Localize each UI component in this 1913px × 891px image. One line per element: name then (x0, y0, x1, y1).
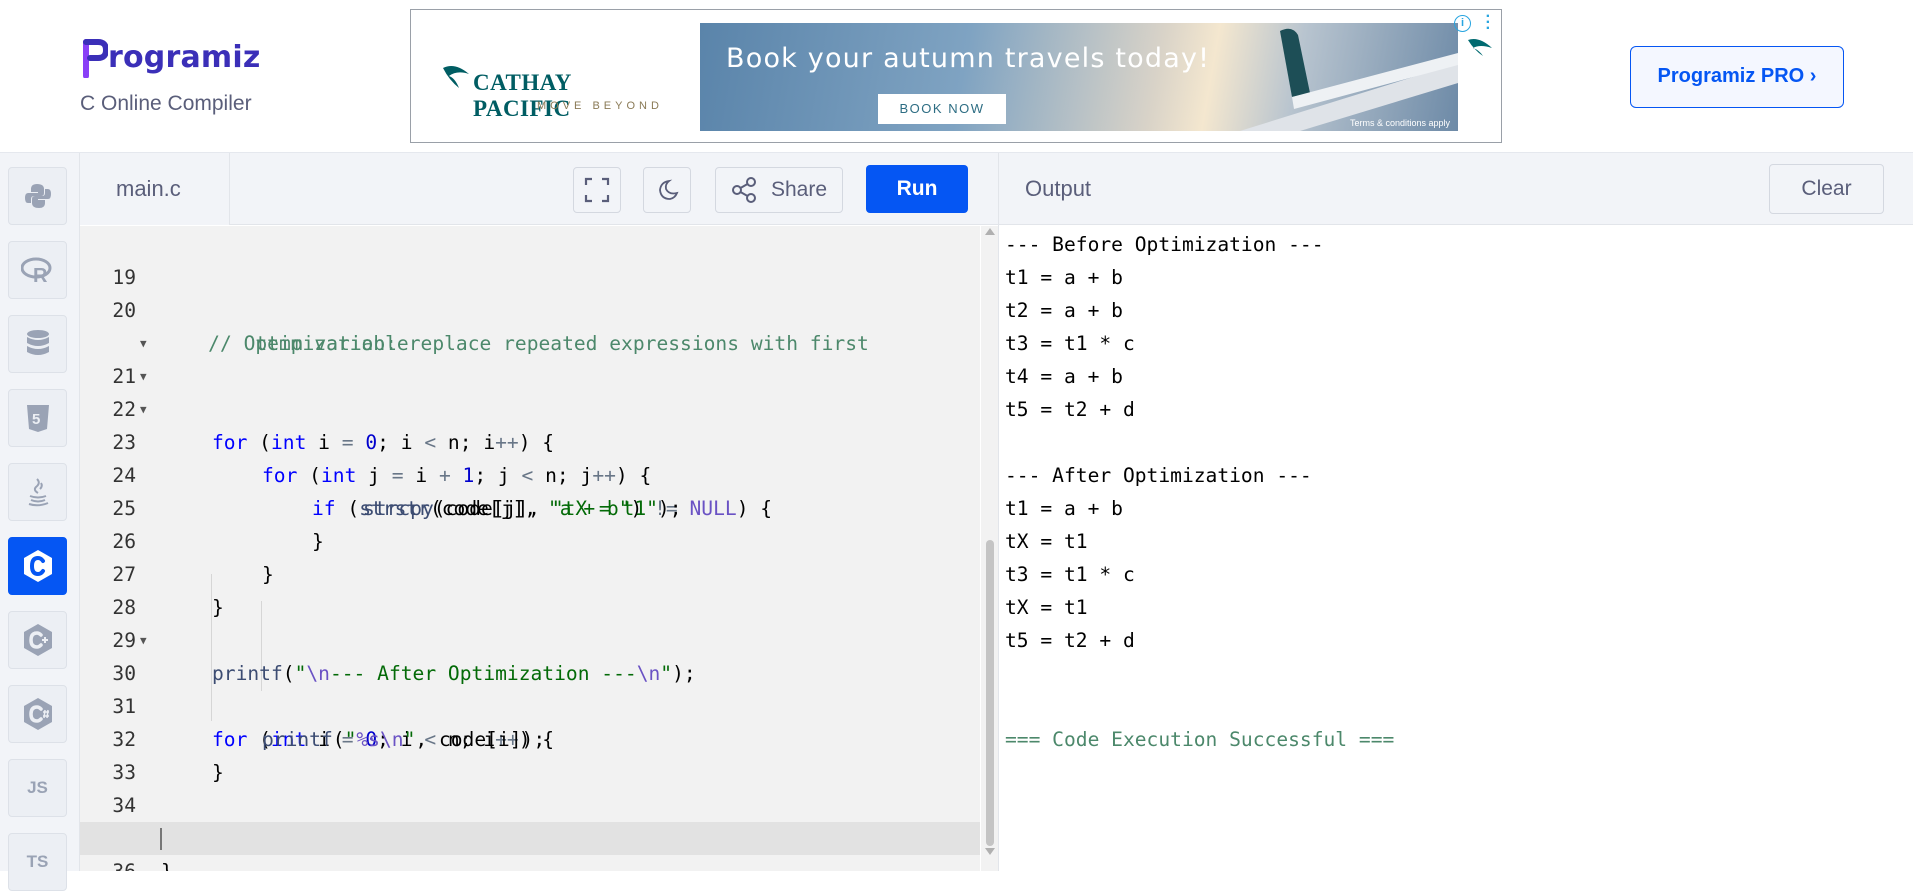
sidebar-item-cpp[interactable] (8, 611, 67, 669)
ad-brand-name: CATHAY PACIFIC (473, 70, 571, 121)
share-button[interactable]: Share (715, 167, 843, 213)
book-now-button[interactable]: BOOK NOW (878, 94, 1006, 124)
database-icon (26, 330, 49, 355)
fold-arrow-icon[interactable]: ▼ (140, 327, 147, 360)
output-line: t3 = t1 * c (1005, 332, 1135, 355)
sidebar-item-html[interactable]: 5 (8, 389, 67, 447)
code-line-30: 30 ▼ for (int i = 0; i < n; i++) { (80, 624, 980, 751)
code-line-22: 22 ▼ for (int j = i + 1; j < n; j++) { (80, 360, 980, 487)
fold-arrow-icon[interactable]: ▼ (140, 624, 147, 657)
r-icon: R (20, 257, 51, 284)
code-line-34: 34 return 0; (112, 794, 318, 850)
html5-icon: 5 (26, 405, 49, 432)
code-line-32: 32 } (112, 728, 224, 784)
python-icon (24, 184, 51, 208)
csharp-icon (23, 698, 52, 730)
output-line: tX = t1 (1005, 530, 1088, 553)
sidebar-item-java[interactable] (8, 463, 67, 521)
clear-button[interactable]: Clear (1769, 164, 1884, 214)
ad-choices-icon[interactable] (1467, 34, 1493, 56)
code-line-33: 33 (112, 761, 136, 784)
javascript-icon: JS (27, 778, 48, 797)
code-line-20: 20 // Optimization: replace repeated exp… (112, 299, 869, 355)
sidebar-item-typescript[interactable]: TS (8, 833, 67, 891)
code-line-27: 27 } (112, 563, 224, 619)
fold-arrow-icon[interactable]: ▼ (140, 360, 147, 393)
programiz-logo[interactable]: rogramiz (80, 36, 290, 86)
code-line-35: 35 } (80, 789, 980, 871)
code-line-28: 28 (112, 596, 136, 619)
sidebar-item-javascript[interactable]: JS (8, 759, 67, 817)
moon-icon (659, 179, 679, 200)
sidebar-item-c[interactable] (8, 537, 67, 595)
share-icon (731, 177, 756, 203)
code-line-29: 29 printf("\n--- After Optimization ---\… (112, 629, 696, 685)
editor-scrollbar[interactable] (981, 226, 998, 871)
sidebar-item-csharp[interactable] (8, 685, 67, 743)
c-language-icon (23, 550, 52, 582)
typescript-icon: TS (26, 852, 49, 871)
code-line-26: 26 } (112, 530, 274, 586)
editor-toolbar: main.c Share Run (80, 153, 998, 225)
text-cursor (160, 828, 162, 850)
fold-arrow-icon[interactable]: ▼ (140, 393, 147, 426)
ad-headline: Book your autumn travels today! (726, 43, 1211, 74)
code-line-21: 21 ▼ for (int i = 0; i < n; i++) { (80, 327, 980, 454)
programiz-pro-button[interactable]: Programiz PRO › (1630, 46, 1844, 108)
svg-text:5: 5 (32, 411, 40, 428)
output-line: --- Before Optimization --- (1005, 233, 1324, 256)
sidebar-item-r[interactable]: R (8, 241, 67, 299)
output-line: t5 = t2 + d (1005, 398, 1135, 421)
code-line-36: 36 (80, 822, 980, 871)
code-editor[interactable]: 19 20 // Optimization: replace repeated … (80, 226, 980, 871)
ad-image[interactable]: Book your autumn travels today! BOOK NOW… (700, 23, 1458, 131)
run-button[interactable]: Run (866, 165, 968, 213)
code-line-23: 23 ▼ if (strstr(code[j], "a + b") != NUL… (80, 393, 980, 520)
code-line-25: 25 } (112, 497, 324, 553)
programiz-p-icon (83, 39, 108, 78)
cpp-icon (23, 624, 52, 656)
logo-wordmark: rogramiz (108, 40, 261, 75)
advertisement-banner[interactable]: CATHAY PACIFIC MOVE BEYOND Book your aut… (410, 9, 1502, 143)
output-line: --- After Optimization --- (1005, 464, 1312, 487)
page-subtitle: C Online Compiler (80, 92, 252, 115)
theme-toggle-button[interactable] (643, 167, 691, 213)
output-console[interactable]: --- Before Optimization --- t1 = a + b t… (999, 226, 1913, 871)
output-line: t4 = a + b (1005, 365, 1123, 388)
output-line: t1 = a + b (1005, 266, 1123, 289)
java-icon (28, 478, 48, 507)
sidebar-item-python[interactable] (8, 167, 67, 225)
svg-text:R: R (33, 265, 48, 284)
fullscreen-button[interactable] (573, 167, 621, 213)
airplane-wing-image (1240, 28, 1458, 131)
execution-status: === Code Execution Successful === (1005, 728, 1395, 751)
ad-tagline: MOVE BEYOND (537, 100, 663, 112)
top-bar: rogramiz C Online Compiler CATHAY PACIFI… (0, 0, 1913, 153)
output-line: t2 = a + b (1005, 299, 1123, 322)
scroll-thumb[interactable] (986, 540, 994, 846)
code-line-20-wrap: temp variable (161, 332, 409, 355)
code-line-24: 24 strcpy(code[j], "tX = t1"); (112, 464, 682, 520)
output-toolbar: Output Clear (999, 153, 1913, 225)
output-line: t3 = t1 * c (1005, 563, 1135, 586)
share-label: Share (770, 178, 828, 201)
scroll-down-icon[interactable] (985, 848, 995, 855)
tab-main-c[interactable]: main.c (80, 153, 230, 225)
ad-brand: CATHAY PACIFIC MOVE BEYOND (441, 58, 671, 121)
code-line-31: 31 printf("%s\n", code[i]); (112, 695, 546, 751)
fullscreen-icon (584, 177, 610, 203)
code-line-19: 19 (112, 266, 136, 289)
sidebar-item-sql[interactable] (8, 315, 67, 373)
output-line: t5 = t2 + d (1005, 629, 1135, 652)
output-line: t1 = a + b (1005, 497, 1123, 520)
cathay-bird-icon (443, 66, 469, 88)
output-line: tX = t1 (1005, 596, 1088, 619)
ad-options-icon[interactable]: · · · (1486, 10, 1491, 37)
scroll-up-icon[interactable] (985, 228, 995, 235)
language-sidebar: R 5 JS TS (0, 153, 80, 891)
output-title: Output (1025, 176, 1092, 201)
ad-terms: Terms & conditions apply (1349, 118, 1450, 128)
ad-info-icon[interactable]: i (1454, 15, 1471, 32)
